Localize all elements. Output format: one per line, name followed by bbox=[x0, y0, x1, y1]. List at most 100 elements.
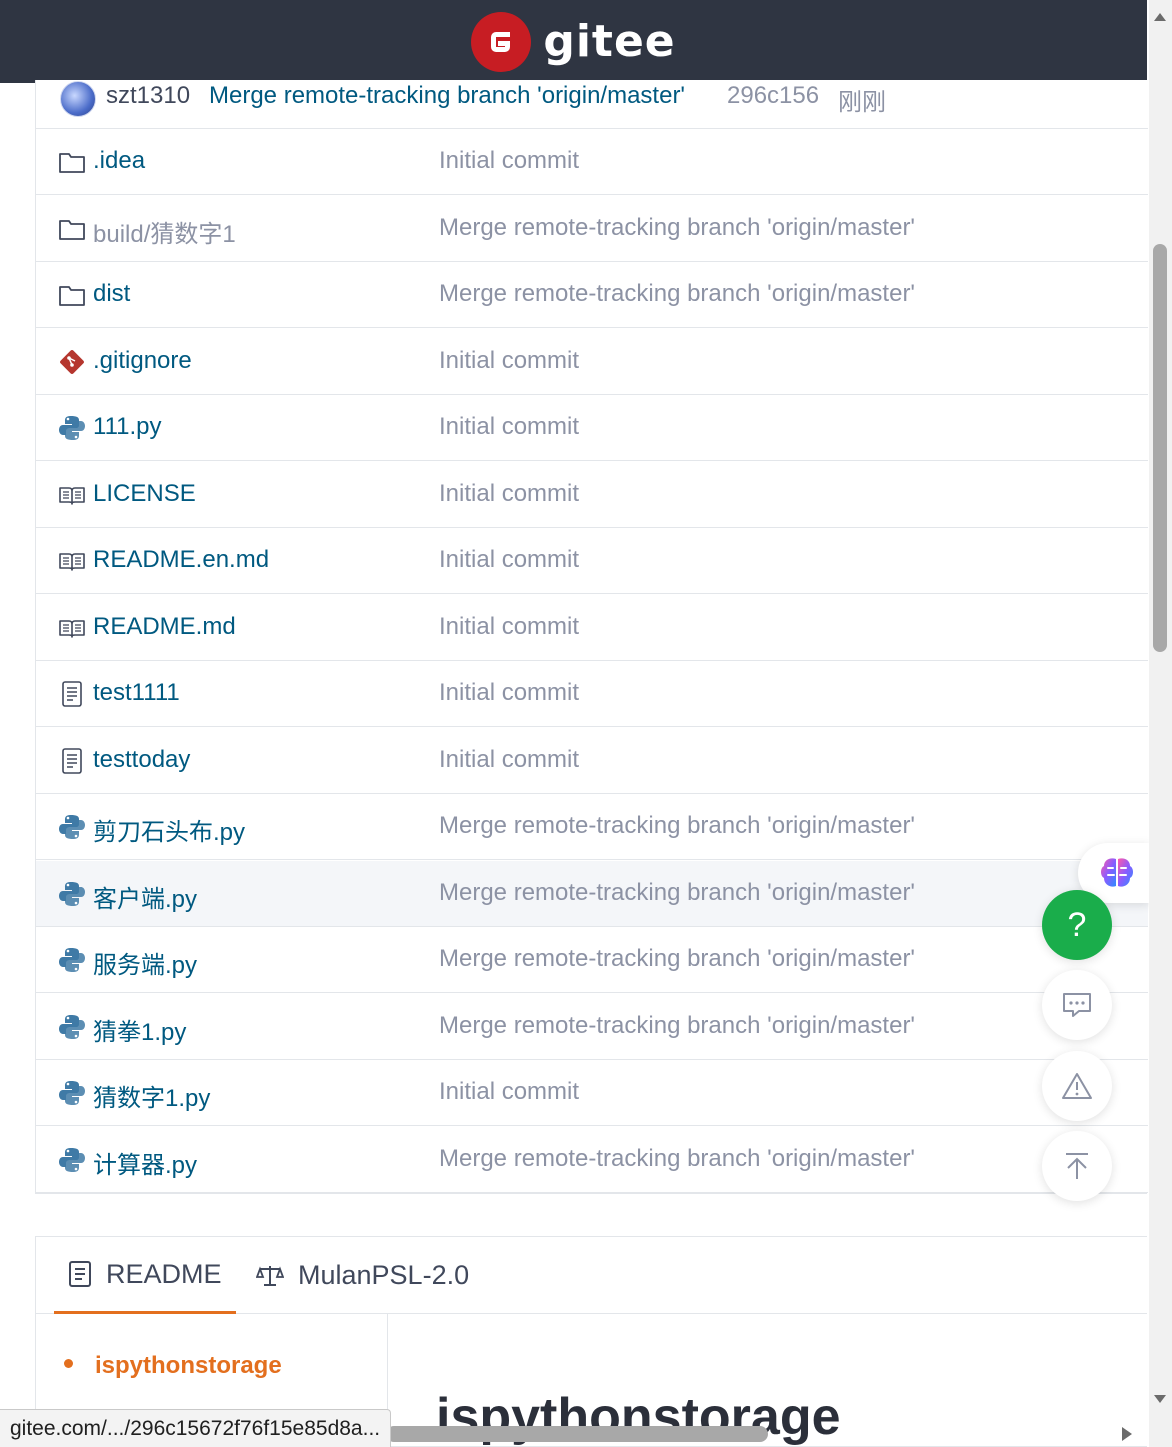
file-row[interactable]: 猜拳1.py Merge remote-tracking branch 'orig… bbox=[36, 994, 1148, 1060]
top-navbar: gitee bbox=[0, 0, 1147, 83]
bullet-icon bbox=[64, 1359, 73, 1369]
scale-icon bbox=[256, 1265, 284, 1286]
file-row[interactable]: build/猜数字1 Merge remote-tracking branch '… bbox=[36, 196, 1148, 262]
file-commit-message-link[interactable]: Initial commit bbox=[439, 679, 579, 707]
file-row[interactable]: .idea Initial commit bbox=[36, 129, 1148, 195]
file-name-link[interactable]: .idea bbox=[93, 147, 145, 175]
brain-icon bbox=[1101, 858, 1133, 887]
git-file-icon bbox=[58, 348, 86, 376]
file-commit-message-link[interactable]: Initial commit bbox=[439, 347, 579, 375]
warning-icon bbox=[1062, 1073, 1092, 1099]
file-row[interactable]: .gitignore Initial commit bbox=[36, 329, 1148, 395]
toc-item[interactable]: ispythonstorage bbox=[64, 1352, 282, 1380]
commit-sha[interactable]: 296c156 bbox=[727, 82, 819, 110]
commit-message-link[interactable]: Merge remote-tracking branch 'origin/mas… bbox=[209, 82, 685, 110]
toc-item-label: ispythonstorage bbox=[95, 1352, 282, 1379]
file-row[interactable]: 剪刀石头布.py Merge remote-tracking branch 'or… bbox=[36, 794, 1148, 860]
status-url: gitee.com/.../296c15672f76f15e85d8a... bbox=[0, 1409, 392, 1447]
file-name-link[interactable]: LICENSE bbox=[93, 480, 196, 508]
file-name-link[interactable]: 计算器.py bbox=[93, 1145, 197, 1180]
file-commit-message-link[interactable]: Merge remote-tracking branch 'origin/mas… bbox=[439, 879, 915, 907]
file-commit-message-link[interactable]: Initial commit bbox=[439, 1078, 579, 1106]
book-icon bbox=[58, 547, 86, 575]
folder-icon bbox=[58, 281, 86, 309]
file-row[interactable]: 客户端.py Merge remote-tracking branch 'orig… bbox=[36, 860, 1148, 927]
file-list-panel: szt1310 Merge remote-tracking branch 'or… bbox=[35, 80, 1148, 1194]
file-name-link[interactable]: dist bbox=[93, 280, 130, 308]
file-commit-message-link[interactable]: Initial commit bbox=[439, 413, 579, 441]
scrollbar-thumb[interactable] bbox=[1153, 244, 1167, 652]
file-commit-message-link[interactable]: Initial commit bbox=[439, 546, 579, 574]
text-file-icon bbox=[58, 680, 86, 708]
python-file-icon bbox=[58, 1079, 86, 1107]
file-row[interactable]: README.md Initial commit bbox=[36, 595, 1148, 661]
book-icon bbox=[58, 614, 86, 642]
file-name-link[interactable]: .gitignore bbox=[93, 347, 192, 375]
file-commit-message-link[interactable]: Initial commit bbox=[439, 147, 579, 175]
file-row[interactable]: test1111 Initial commit bbox=[36, 661, 1148, 727]
help-button[interactable]: ? bbox=[1042, 890, 1112, 960]
file-name-link[interactable]: 猜拳1.py bbox=[93, 1012, 186, 1047]
file-row[interactable]: README.en.md Initial commit bbox=[36, 528, 1148, 594]
document-icon bbox=[69, 1261, 91, 1287]
scroll-right-arrow-icon[interactable] bbox=[1121, 1426, 1133, 1442]
file-commit-message-link[interactable]: Initial commit bbox=[439, 480, 579, 508]
file-name-link[interactable]: 猜数字1.py bbox=[93, 1078, 210, 1113]
report-button[interactable] bbox=[1042, 1051, 1112, 1121]
file-row[interactable]: dist Merge remote-tracking branch 'origin… bbox=[36, 262, 1148, 328]
latest-commit-bar: szt1310 Merge remote-tracking branch 'or… bbox=[36, 80, 1148, 129]
file-commit-message-link[interactable]: Merge remote-tracking branch 'origin/mas… bbox=[439, 812, 915, 840]
python-file-icon bbox=[58, 946, 86, 974]
file-commit-message-link[interactable]: Merge remote-tracking branch 'origin/mas… bbox=[439, 214, 915, 242]
file-row[interactable]: LICENSE Initial commit bbox=[36, 462, 1148, 528]
python-file-icon bbox=[58, 414, 86, 442]
vertical-scrollbar[interactable] bbox=[1149, 0, 1172, 1447]
horizontal-scrollbar-thumb[interactable] bbox=[386, 1426, 768, 1442]
chat-icon bbox=[1063, 993, 1091, 1017]
tab-license[interactable]: MulanPSL-2.0 bbox=[256, 1237, 469, 1314]
python-file-icon bbox=[58, 813, 86, 841]
text-file-icon bbox=[58, 747, 86, 775]
file-name-link[interactable]: 剪刀石头布.py bbox=[93, 812, 245, 847]
tab-readme-label: README bbox=[106, 1258, 222, 1289]
logo-text[interactable]: gitee bbox=[543, 16, 675, 67]
commit-time: 刚刚 bbox=[838, 89, 886, 116]
scroll-up-arrow-icon[interactable] bbox=[1153, 12, 1167, 22]
avatar[interactable] bbox=[60, 81, 96, 117]
python-file-icon bbox=[58, 1146, 86, 1174]
file-name-link[interactable]: 客户端.py bbox=[93, 879, 197, 914]
file-name-link[interactable]: 111.py bbox=[93, 413, 162, 441]
commit-author[interactable]: szt1310 bbox=[106, 82, 190, 110]
file-commit-message-link[interactable]: Initial commit bbox=[439, 746, 579, 774]
file-commit-message-link[interactable]: Initial commit bbox=[439, 613, 579, 641]
folder-icon bbox=[58, 148, 86, 176]
file-name-link[interactable]: README.en.md bbox=[93, 546, 269, 574]
file-commit-message-link[interactable]: Merge remote-tracking branch 'origin/mas… bbox=[439, 280, 915, 308]
back-to-top-button[interactable] bbox=[1042, 1131, 1112, 1201]
file-name-link[interactable]: README.md bbox=[93, 613, 236, 641]
tab-license-label: MulanPSL-2.0 bbox=[298, 1260, 470, 1290]
file-commit-message-link[interactable]: Merge remote-tracking branch 'origin/mas… bbox=[439, 1012, 915, 1040]
scroll-down-arrow-icon[interactable] bbox=[1153, 1394, 1167, 1404]
arrow-up-icon bbox=[1066, 1153, 1088, 1179]
tab-readme[interactable]: README bbox=[54, 1237, 236, 1314]
file-name-link[interactable]: testtoday bbox=[93, 746, 190, 774]
file-commit-message-link[interactable]: Merge remote-tracking branch 'origin/mas… bbox=[439, 945, 915, 973]
python-file-icon bbox=[58, 1013, 86, 1041]
book-icon bbox=[58, 481, 86, 509]
help-label: ? bbox=[1067, 905, 1087, 944]
file-row[interactable]: 猜数字1.py Initial commit bbox=[36, 1060, 1148, 1126]
folder-icon bbox=[58, 215, 86, 243]
file-name-link[interactable]: 服务端.py bbox=[93, 945, 197, 980]
gitee-logo-icon[interactable] bbox=[471, 11, 532, 72]
file-name-link[interactable]: test1111 bbox=[93, 679, 180, 707]
file-row[interactable]: 服务端.py Merge remote-tracking branch 'orig… bbox=[36, 927, 1148, 993]
file-row[interactable]: testtoday Initial commit bbox=[36, 728, 1148, 794]
feedback-button[interactable] bbox=[1042, 970, 1112, 1040]
file-row[interactable]: 计算器.py Merge remote-tracking branch 'orig… bbox=[36, 1127, 1148, 1193]
file-row[interactable]: 111.py Initial commit bbox=[36, 395, 1148, 461]
readme-tabs: README MulanPSL-2.0 bbox=[36, 1237, 1147, 1314]
file-commit-message-link[interactable]: Merge remote-tracking branch 'origin/mas… bbox=[439, 1145, 915, 1173]
file-name-link[interactable]: build/猜数字1 bbox=[93, 214, 236, 249]
python-file-icon bbox=[58, 880, 86, 908]
